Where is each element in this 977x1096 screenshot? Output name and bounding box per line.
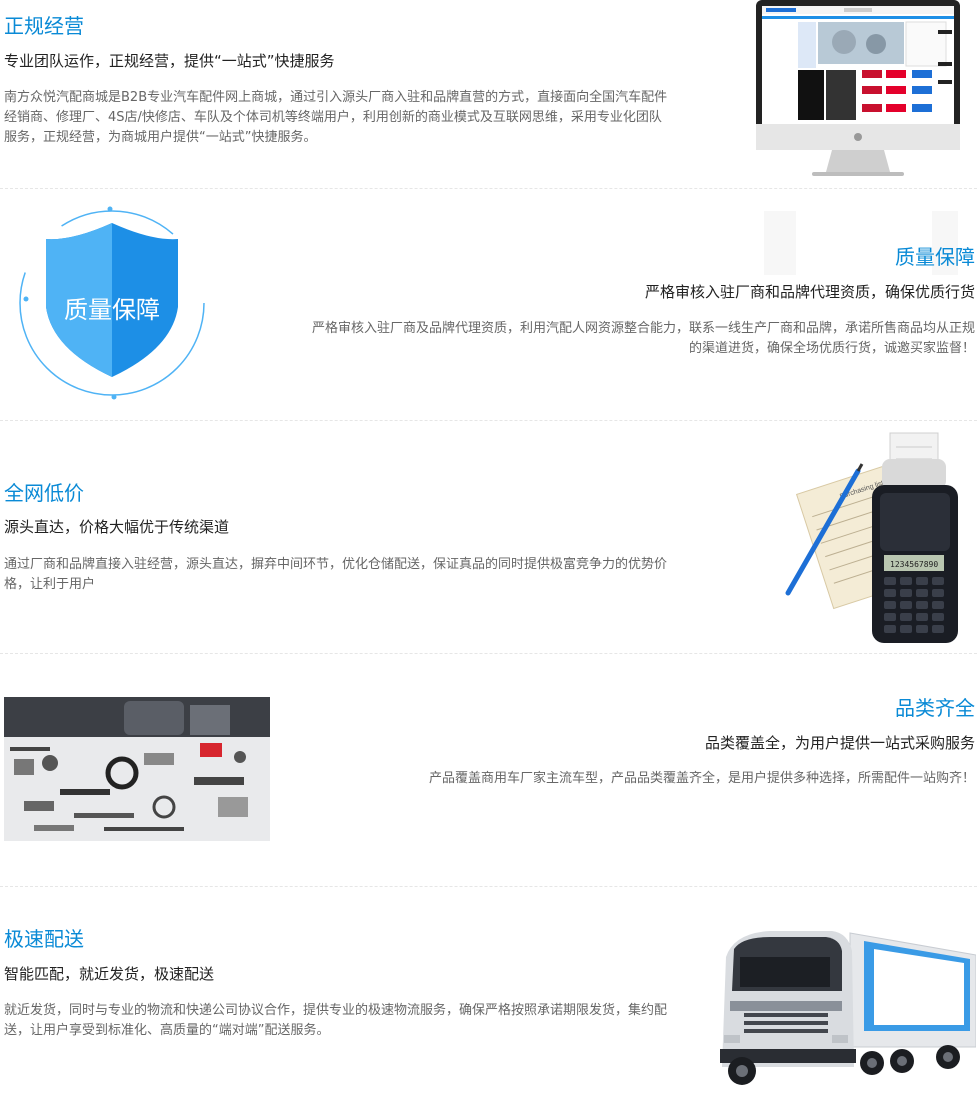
- decor-block: [764, 211, 796, 275]
- shield-badge-text: 质量保障: [64, 296, 160, 324]
- section-title: 全网低价: [4, 481, 84, 505]
- section-title: 极速配送: [4, 927, 84, 951]
- section-subtitle: 专业团队运作，正规经营，提供“一站式”快捷服务: [4, 52, 335, 70]
- auto-parts-photo: [4, 697, 270, 841]
- section-description: 就近发货，同时与专业的物流和快递公司协议合作，提供专业的极速物流服务，确保严格按…: [4, 1003, 668, 1038]
- section-description: 南方众悦汽配商城是B2B专业汽车配件网上商城，通过引入源头厂商入驻和品牌直营的方…: [4, 90, 668, 145]
- section-title: 正规经营: [4, 14, 84, 38]
- delivery-truck-illustration: [720, 931, 976, 1085]
- section-lowest-price: 全网低价 源头直达，价格大幅优于传统渠道 通过厂商和品牌直接入驻经营，源头直达，…: [0, 421, 977, 653]
- calculator-receipt-illustration: Purchasing list 1234567890: [785, 432, 958, 643]
- section-title: 品类齐全: [895, 696, 975, 720]
- section-description: 严格审核入驻厂商及品牌代理资质，利用汽配人网资源整合能力，联系一线生产厂商和品牌…: [311, 321, 975, 356]
- section-subtitle: 源头直达，价格大幅优于传统渠道: [4, 518, 230, 536]
- section-regular-operation: 正规经营 专业团队运作，正规经营，提供“一站式”快捷服务 南方众悦汽配商城是B2…: [0, 0, 977, 188]
- imac-monitor-illustration: [756, 0, 960, 176]
- section-description: 通过厂商和品牌直接入驻经营，源头直达，摒弃中间环节，优化仓储配送，保证真品的同时…: [4, 557, 668, 592]
- section-subtitle: 品类覆盖全，为用户提供一站式采购服务: [704, 734, 975, 752]
- section-title: 质量保障: [895, 245, 975, 269]
- section-quality-assurance: 质量保障 质量保障 严格审核入驻厂商和品牌代理资质，确保优质行货 严格审核入驻厂…: [0, 189, 977, 420]
- section-subtitle: 严格审核入驻厂商和品牌代理资质，确保优质行货: [644, 283, 975, 301]
- section-description: 产品覆盖商用车厂家主流车型，产品品类覆盖齐全，是用户提供多种选择，所需配件一站购…: [428, 771, 975, 786]
- calculator-display: 1234567890: [890, 560, 938, 569]
- section-subtitle: 智能匹配，就近发货，极速配送: [4, 965, 215, 983]
- section-full-category: 品类齐全 品类覆盖全，为用户提供一站式采购服务 产品覆盖商用车厂家主流车型，产品…: [0, 654, 977, 886]
- section-fast-delivery: 极速配送 智能匹配，就近发货，极速配送 就近发货，同时与专业的物流和快递公司协议…: [0, 887, 977, 1096]
